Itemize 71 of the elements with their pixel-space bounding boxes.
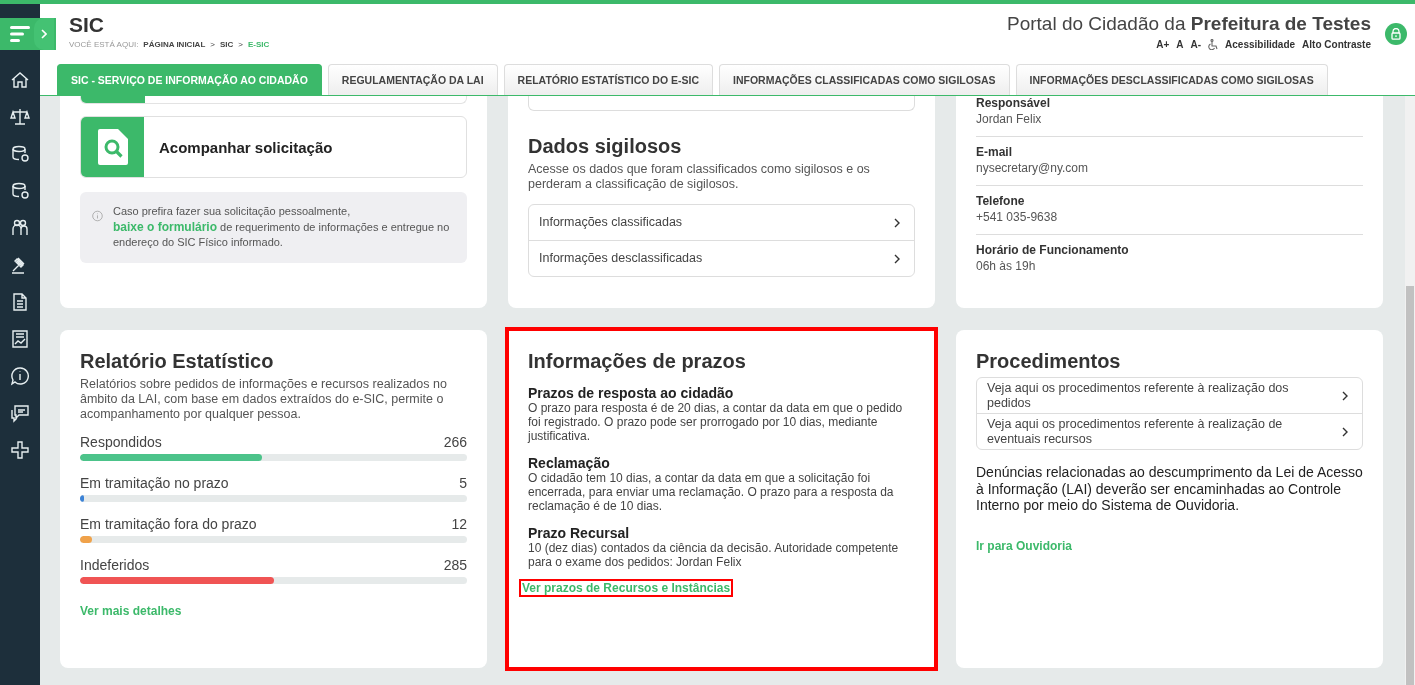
accessibility-button[interactable]: Acessibilidade [1225, 39, 1296, 50]
document-icon[interactable] [10, 292, 30, 312]
info-bubble-icon[interactable] [10, 366, 30, 386]
field-value: nysecretary@ny.com [976, 160, 1089, 177]
section-heading: Prazo Recursal [528, 525, 631, 541]
stat-count: 285 [443, 557, 467, 573]
high-contrast-button[interactable]: Alto Contraste [1302, 39, 1371, 50]
font-size-button[interactable]: A+ [1156, 39, 1170, 50]
stat-label: Em tramitação no prazo [80, 475, 229, 491]
field-label: E-mail [976, 145, 1013, 160]
card-title: Relatório Estatístico [80, 350, 275, 373]
stat-label: Em tramitação fora do prazo [80, 516, 257, 532]
page-title: SIC [68, 13, 105, 37]
info-text: Caso prefira fazer sua solicitação pessoalmente, baixe o formulário de requerimento de informações e entregue no endereço do SIC Físico informado. [112, 204, 451, 250]
section-heading: Prazos de resposta ao cidadão [528, 385, 735, 401]
stat-count: 266 [443, 434, 467, 450]
stat-count: 5 [459, 475, 467, 491]
chevron-right-icon [1342, 426, 1348, 437]
card-title: Informações de prazos [528, 350, 747, 373]
card-title: Dados sigilosos [528, 135, 683, 158]
track-request-button[interactable]: Acompanhar solicitação [80, 116, 467, 178]
section-text: O prazo para resposta é de 20 dias, a contar da data em que o pedido foi registrado. O prazo pode ser prorrogado por 10 dias, mediante justificativa. [528, 401, 904, 443]
breadcrumb-link[interactable]: PÁGINA INICIAL [143, 40, 206, 49]
list-link[interactable]: Informações desclassificadas [529, 241, 914, 276]
scales-icon[interactable] [10, 107, 30, 127]
complaint-text: Denúncias relacionadas ao descumprimento da Lei de Acesso à Informação (LAI) deverão ser encaminhadas ao Controle Interno por meio do Sistema de Ouvidoria. [976, 464, 1363, 514]
breadcrumb-link[interactable]: SIC [219, 40, 234, 49]
field-value: 06h às 19h [976, 258, 1037, 275]
font-size-button[interactable]: A [1176, 39, 1184, 50]
card-description: Relatórios sobre pedidos de informações e recursos realizados no âmbito da LAI, com base em dados extraídos do e-SIC, permite o acompanhamento por qualquer pessoa. [80, 377, 448, 422]
home-icon[interactable] [10, 70, 30, 90]
list-link[interactable]: Veja aqui os procedimentos referente à realização de eventuais recursos [977, 414, 1362, 449]
field-label: Horário de Funcionamento [976, 243, 1130, 258]
card-title: Procedimentos [976, 350, 1122, 373]
stat-label: Respondidos [80, 434, 162, 450]
chat-icon[interactable] [10, 403, 30, 423]
section-heading: Reclamação [528, 455, 611, 471]
chevron-right-icon [894, 217, 900, 228]
section-text: 10 (dez dias) contados da ciência da decisão. Autoridade competente para o exame dos pedidos: Jordan Felix [528, 541, 900, 569]
list-link[interactable]: Informações classificadas [529, 205, 914, 241]
list-link[interactable]: Veja aqui os procedimentos referente à realização dos pedidos [977, 378, 1362, 414]
menu-icon [10, 26, 30, 42]
field-value: +541 035-9638 [976, 209, 1059, 226]
font-size-button[interactable]: A- [1190, 39, 1202, 50]
wheelchair-icon [1208, 39, 1219, 50]
tab[interactable]: RELATÓRIO ESTATÍSTICO DO E-SIC [503, 64, 714, 95]
document-search-icon [97, 129, 128, 165]
tab[interactable]: INFORMAÇÕES CLASSIFICADAS COMO SIGILOSAS [719, 64, 1010, 95]
lock-icon [1391, 28, 1401, 40]
breadcrumb-label: VOCÊ ESTÁ AQUI: [69, 40, 139, 49]
tab[interactable]: INFORMAÇÕES DESCLASSIFICADAS COMO SIGILOSAS [1015, 64, 1328, 95]
field-label: Telefone [976, 194, 1026, 209]
chevron-right-icon [41, 29, 47, 39]
scrollbar[interactable] [1405, 96, 1415, 685]
plus-icon[interactable] [10, 440, 30, 460]
field-value: Jordan Felix [976, 111, 1043, 128]
stat-count: 12 [451, 516, 467, 532]
portal-title: Portal do Cidadão da Prefeitura de Testes [1006, 13, 1371, 35]
card-description: Acesse os dados que foram classificados como sigilosos e os perderam a classificação de sigilosos. [528, 162, 871, 192]
breadcrumb-separator: > [238, 40, 243, 49]
chart-document-icon[interactable] [10, 329, 30, 349]
people-icon[interactable] [10, 218, 30, 238]
chevron-right-icon [894, 253, 900, 264]
coins-icon[interactable] [10, 144, 30, 164]
stat-label: Indeferidos [80, 557, 150, 573]
chevron-right-icon [1342, 390, 1348, 401]
coins-icon[interactable] [10, 181, 30, 201]
breadcrumb-separator: > [210, 40, 215, 49]
tab[interactable]: REGULAMENTAÇÃO DA LAI [327, 64, 498, 95]
section-text: O cidadão tem 10 dias, a contar da data em que a solicitação foi encerrada, para enviar uma reclamação. O prazo para a resposta da reclamação é de 10 dias. [528, 471, 895, 513]
field-label: Responsável [976, 96, 1052, 111]
